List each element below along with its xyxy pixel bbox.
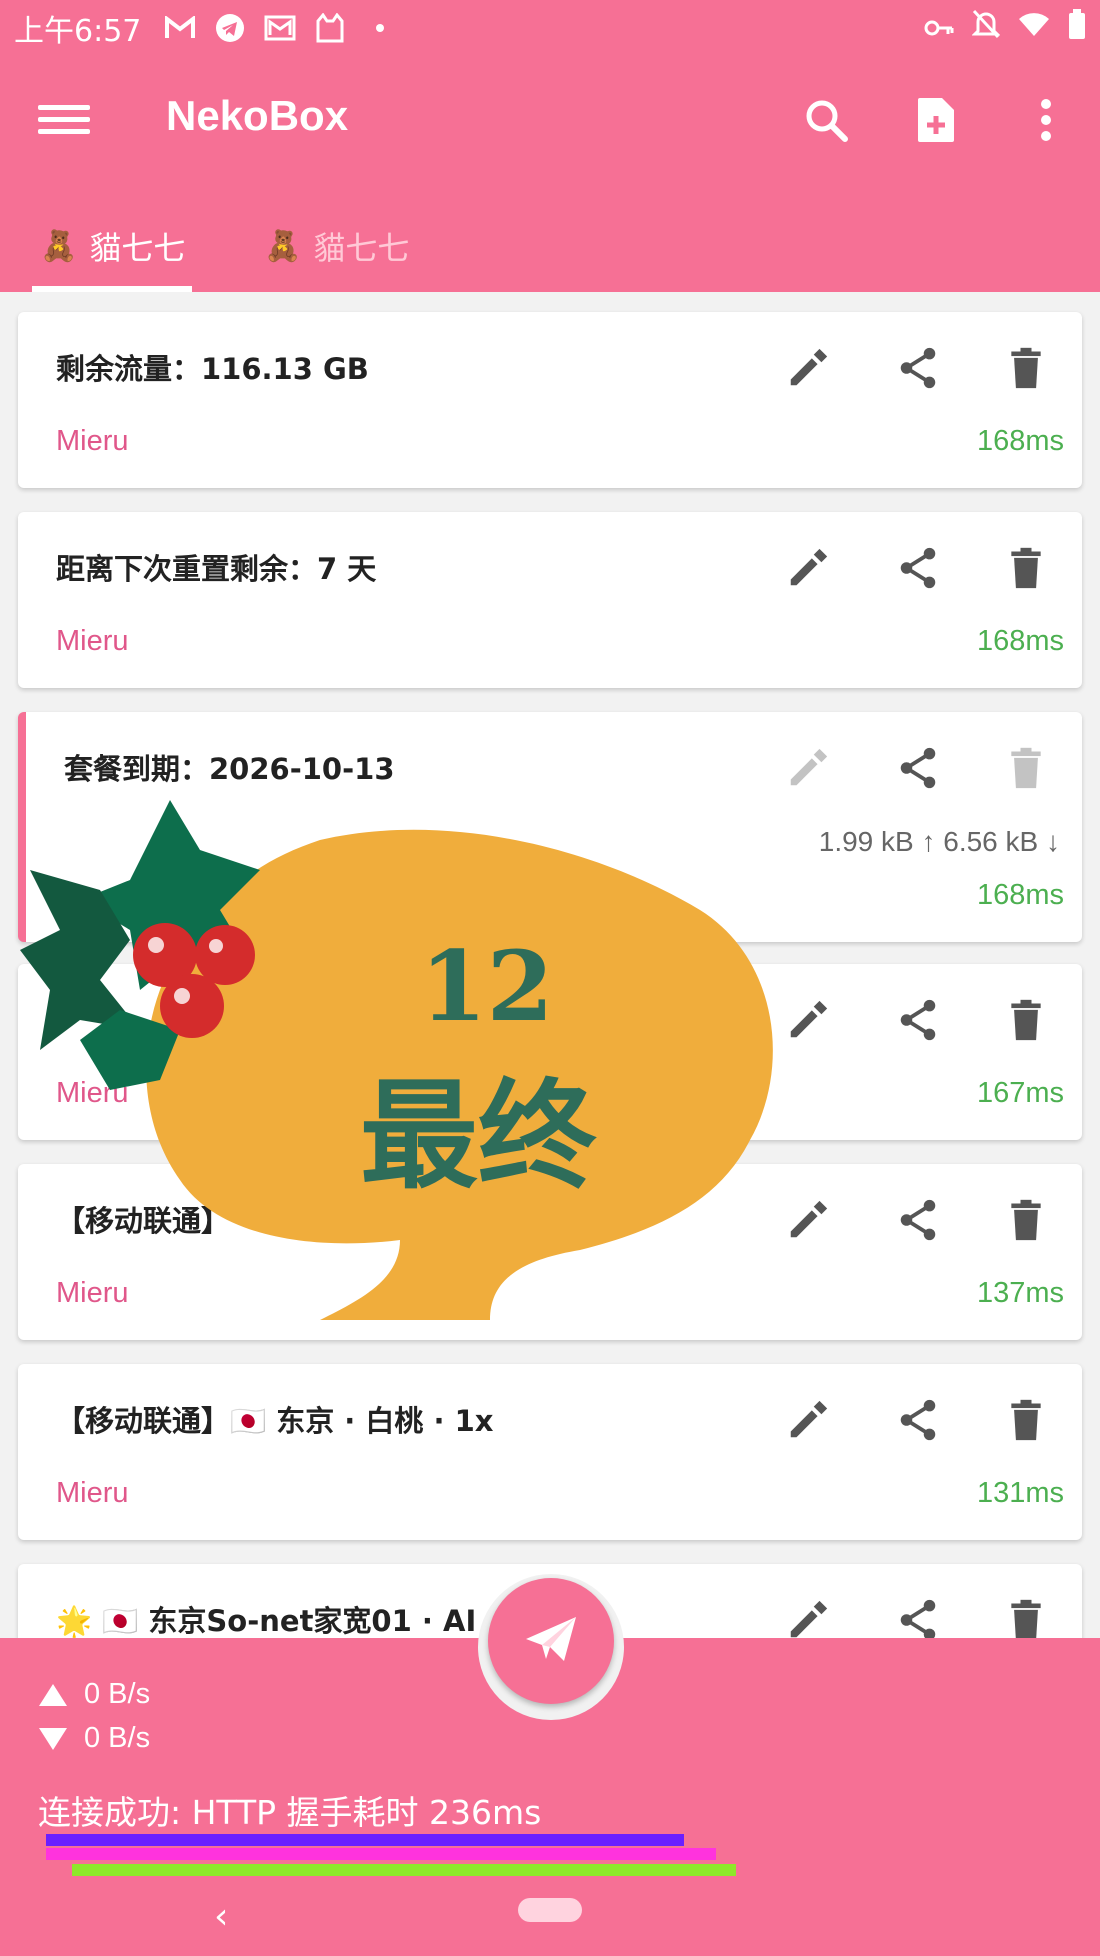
- profile-card[interactable]: 距离下次重置剩余：7 天 Mieru 168ms: [18, 512, 1082, 688]
- add-profile-icon[interactable]: [908, 92, 964, 148]
- menu-icon[interactable]: [38, 98, 90, 142]
- decor-line-magenta: [46, 1848, 716, 1860]
- delete-icon[interactable]: [1000, 1194, 1052, 1246]
- paper-plane-icon: [524, 1615, 578, 1667]
- teddy-bear-icon: 🧸: [264, 228, 302, 264]
- latency-label: 167ms: [976, 1077, 1064, 1109]
- download-speed-row: 0 B/s: [38, 1722, 150, 1755]
- profile-type: Mieru: [56, 1477, 129, 1509]
- search-icon[interactable]: [798, 92, 854, 148]
- profile-type: Mieru: [56, 625, 129, 657]
- tab-group-2[interactable]: 🧸 貓七七: [264, 214, 409, 278]
- edit-icon[interactable]: [782, 994, 834, 1046]
- latency-label: 168ms: [976, 625, 1064, 657]
- sticker-number: 12: [420, 930, 554, 1043]
- edit-icon: [782, 742, 834, 794]
- edit-icon[interactable]: [782, 542, 834, 594]
- edit-icon[interactable]: [782, 1394, 834, 1446]
- status-time: 上午6:57: [14, 14, 142, 49]
- profile-card[interactable]: 剩余流量：116.13 GB Mieru 168ms: [18, 312, 1082, 488]
- share-icon[interactable]: [892, 542, 944, 594]
- mail-icon: [263, 11, 297, 45]
- status-bar: 上午6:57: [0, 0, 1100, 56]
- profile-title: 套餐到期：2026-10-13: [64, 752, 395, 786]
- profile-type: Mieru: [56, 1077, 129, 1109]
- profile-title: 距离下次重置剩余：7 天: [56, 552, 377, 586]
- nav-back-icon[interactable]: ‹: [214, 1896, 228, 1937]
- tab-label: 貓七七: [313, 229, 410, 267]
- decor-line-purple: [46, 1834, 684, 1846]
- share-icon[interactable]: [892, 1594, 944, 1638]
- upload-speed: 0 B/s: [84, 1678, 151, 1710]
- delete-icon[interactable]: [1000, 342, 1052, 394]
- nav-home-pill[interactable]: [518, 1898, 582, 1922]
- more-options-icon[interactable]: [1018, 92, 1074, 148]
- edit-icon[interactable]: [782, 1594, 834, 1638]
- toolbar: NekoBox: [0, 70, 1100, 170]
- profile-title: 剩余流量：116.13 GB: [56, 352, 369, 386]
- profile-title: 【移动联通】: [56, 1204, 231, 1238]
- connection-status[interactable]: 连接成功: HTTP 握手耗时 236ms: [38, 1786, 541, 1834]
- telegram-icon: [213, 11, 247, 45]
- traffic-stats: 1.99 kB ↑ 6.56 kB ↓: [818, 826, 1060, 857]
- share-icon[interactable]: [892, 1394, 944, 1446]
- share-icon[interactable]: [892, 1194, 944, 1246]
- share-icon[interactable]: [892, 342, 944, 394]
- profile-card-selected[interactable]: 套餐到期：2026-10-13 1.99 kB ↑ 6.56 kB ↓ 168m…: [18, 712, 1082, 942]
- share-icon[interactable]: [892, 994, 944, 1046]
- tab-label: 貓七七: [89, 229, 186, 267]
- delete-icon[interactable]: [1000, 994, 1052, 1046]
- connect-fab[interactable]: [488, 1578, 614, 1704]
- upload-arrow-icon: [38, 1682, 72, 1708]
- gmail-icon: [163, 11, 197, 45]
- battery-icon: [1068, 9, 1086, 47]
- vpn-key-icon: [924, 11, 954, 46]
- edit-icon[interactable]: [782, 342, 834, 394]
- download-arrow-icon: [38, 1726, 72, 1752]
- delete-icon[interactable]: [1000, 542, 1052, 594]
- latency-label: 137ms: [976, 1277, 1064, 1309]
- latency-label: 168ms: [976, 879, 1064, 911]
- profile-title: 🌟 🇯🇵 东京So-net家宽01 · AI ·: [56, 1604, 498, 1638]
- profile-card[interactable]: 【移动联通】🇯🇵 东京 · 白桃 · 1x Mieru 131ms: [18, 1364, 1082, 1540]
- delete-icon[interactable]: [1000, 1394, 1052, 1446]
- notification-dot-icon: [363, 11, 397, 45]
- group-tabs: 🧸 貓七七 🧸 貓七七: [0, 200, 1100, 292]
- sticker-caption: 最终: [360, 1067, 597, 1205]
- edit-icon[interactable]: [782, 1194, 834, 1246]
- tab-group-1[interactable]: 🧸 貓七七: [40, 214, 185, 278]
- download-speed: 0 B/s: [84, 1722, 151, 1754]
- profile-type: Mieru: [56, 425, 129, 457]
- delete-icon[interactable]: [1000, 1594, 1052, 1638]
- decor-line-green: [72, 1864, 736, 1876]
- profile-type: Mieru: [56, 1277, 129, 1309]
- muted-bell-icon: [971, 9, 1001, 47]
- teddy-bear-icon: 🧸: [40, 228, 78, 264]
- top-app-bar: 上午6:57 NekoBox 🧸 貓七七 🧸 貓七七: [0, 0, 1100, 292]
- latency-label: 168ms: [976, 425, 1064, 457]
- share-icon[interactable]: [892, 742, 944, 794]
- profile-title: 【移动联通】🇯🇵 东京 · 白桃 · 1x: [56, 1404, 494, 1438]
- wifi-icon: [1018, 11, 1050, 46]
- delete-icon: [1000, 742, 1052, 794]
- cat-app-icon: [313, 11, 347, 45]
- latency-label: 131ms: [976, 1477, 1064, 1509]
- app-title: NekoBox: [166, 92, 349, 139]
- upload-speed-row: 0 B/s: [38, 1678, 150, 1711]
